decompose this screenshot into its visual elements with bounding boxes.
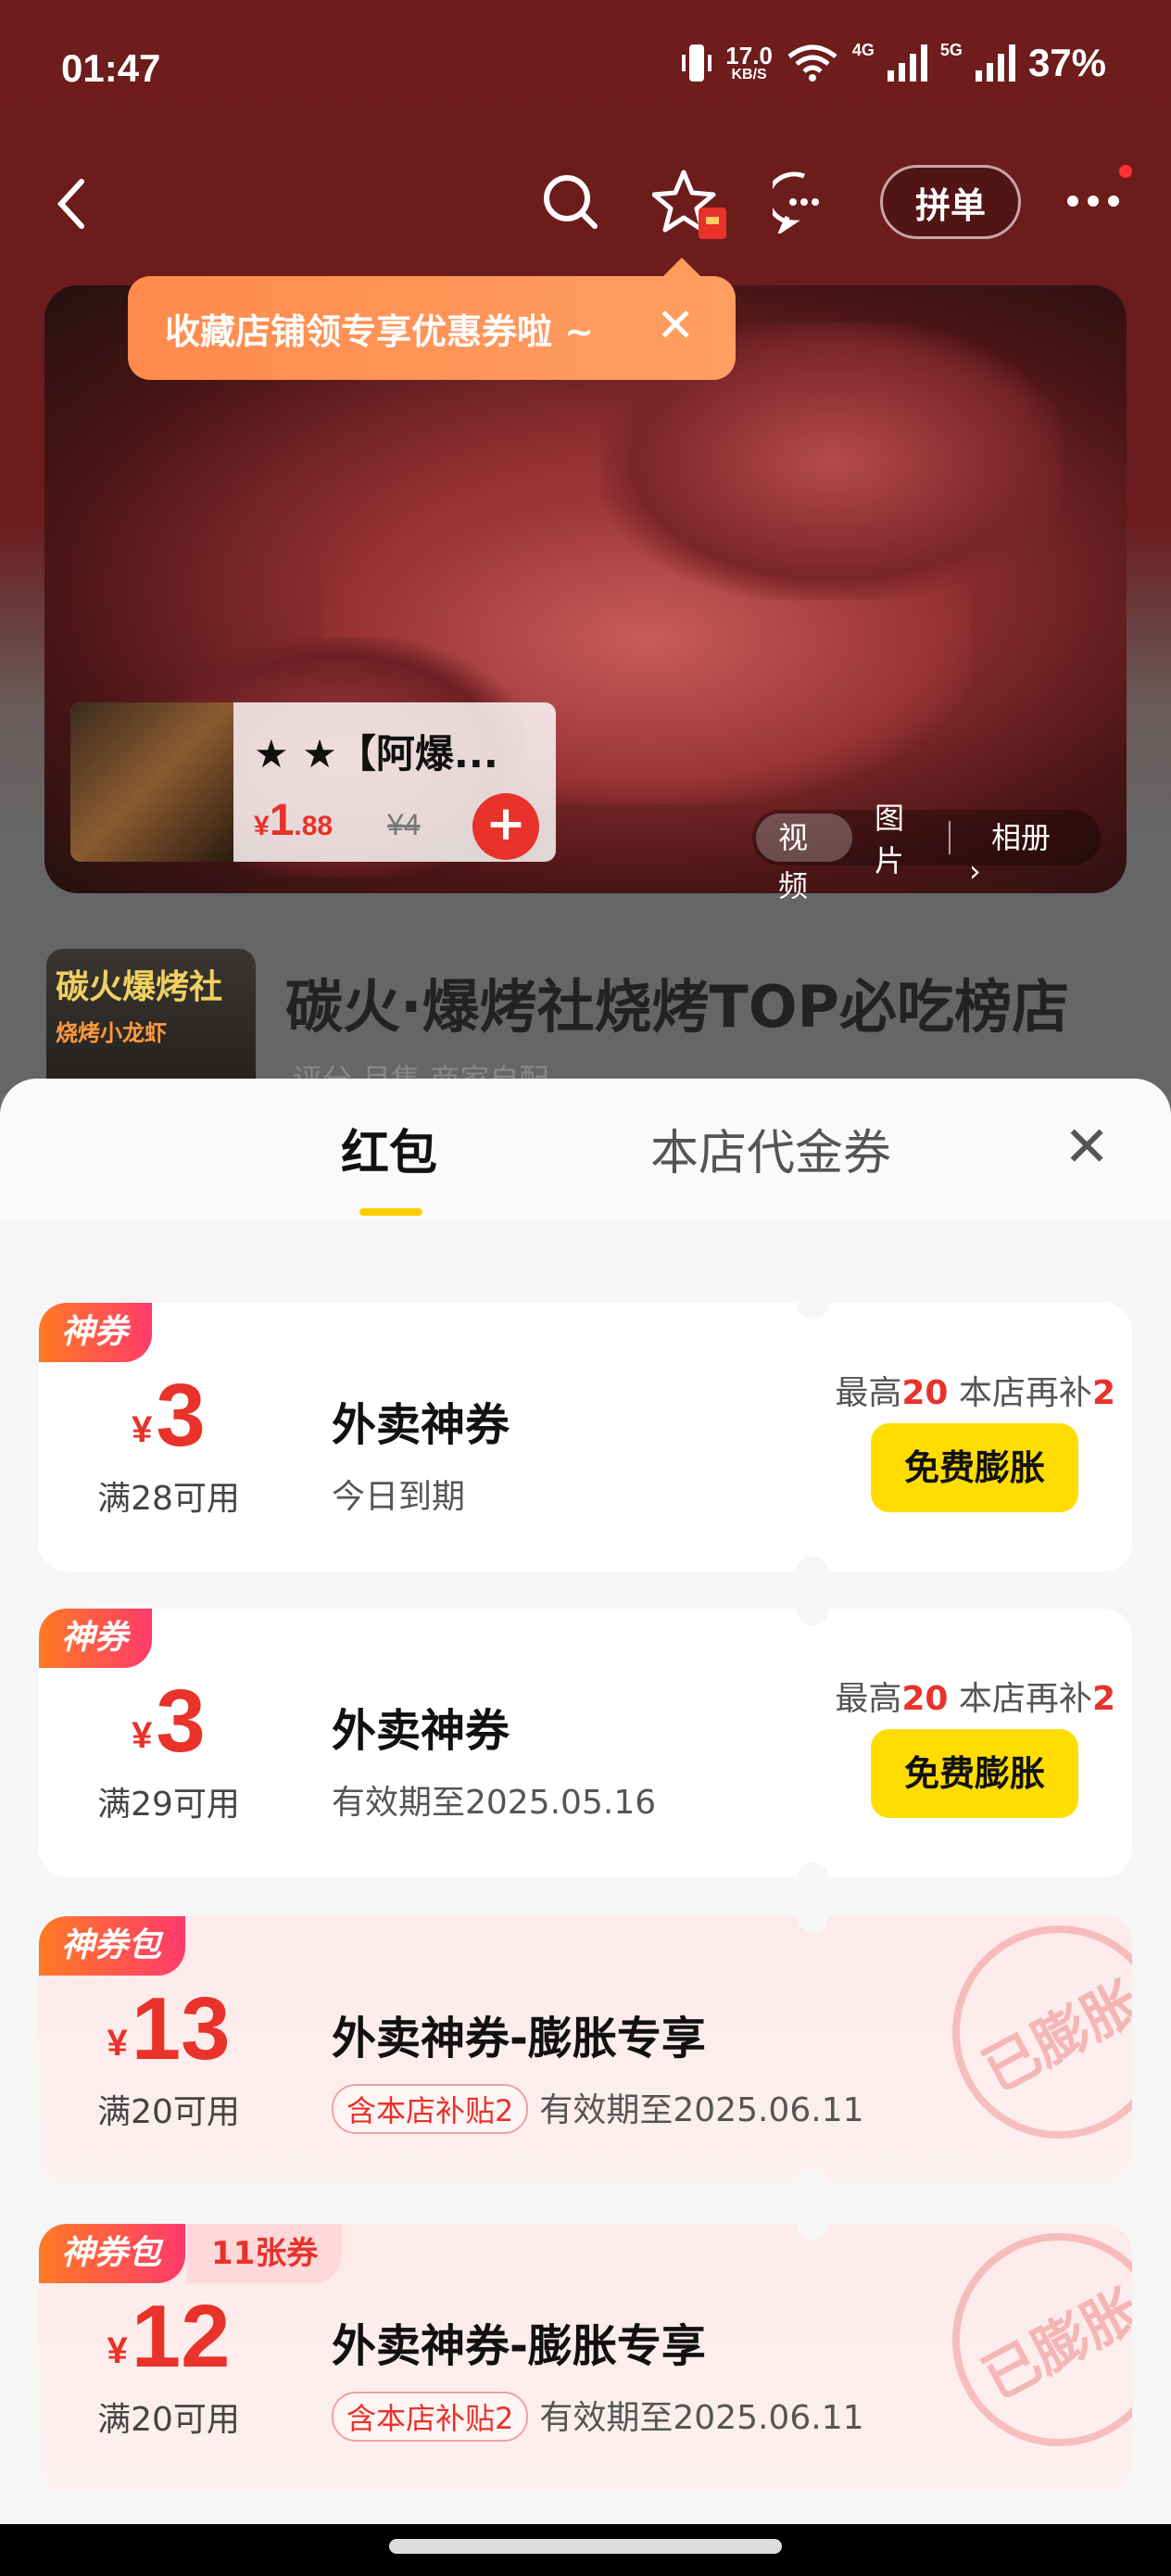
back-icon[interactable] — [54, 176, 91, 232]
coupon-badge: 神券包 — [39, 1916, 186, 1976]
status-time: 01:47 — [61, 46, 161, 90]
coupon-title: 外卖神券 — [332, 1399, 510, 1451]
notification-dot — [1119, 165, 1132, 178]
sheet-tabs: 红包 本店代金券 ✕ — [0, 1079, 1171, 1218]
home-gesture-bar[interactable] — [389, 2539, 782, 2554]
product-card[interactable]: ★ ★【阿爆... ¥1.88 ¥4 + — [70, 702, 556, 862]
coupon-condition: 满28可用 — [97, 1480, 240, 1518]
coupon-title: 外卖神券 — [332, 1705, 510, 1757]
favorite-tooltip[interactable]: 收藏店铺领专享优惠券啦 ~ ✕ — [128, 258, 736, 380]
coupon-amount: ¥3 — [132, 1672, 206, 1771]
coupon-condition: 满29可用 — [97, 1786, 240, 1824]
coupon-badge: 神券 — [39, 1609, 153, 1668]
media-tab-video[interactable]: 视频 — [756, 814, 852, 903]
product-thumbnail — [70, 702, 233, 862]
coupon-max-info: 最高20 本店再补2 — [835, 1374, 1115, 1412]
expanded-stamp: 已膨胀 — [914, 2224, 1132, 2484]
coupon-condition: 满20可用 — [97, 2093, 240, 2131]
store-name: 碳火·爆烤社烧烤TOP必吃榜店 — [285, 973, 1069, 1041]
more-icon[interactable] — [1065, 187, 1121, 215]
status-bar: 01:47 17.0 KB/S 4G 5G 37% — [0, 0, 1171, 139]
add-to-cart-button[interactable]: + — [472, 793, 539, 860]
sheet-close-icon[interactable]: ✕ — [1064, 1119, 1110, 1175]
tooltip-close-icon[interactable]: ✕ — [656, 298, 695, 352]
coupon-card[interactable]: 11张券 神券包 ¥12 满20可用 外卖神券-膨胀专享 含本店补贴2 有效期至2… — [39, 2224, 1132, 2493]
active-tab-indicator — [359, 1208, 422, 1216]
coupon-amount: ¥13 — [107, 1979, 231, 2078]
coupon-amount: ¥3 — [132, 1366, 206, 1465]
tab-red-packet[interactable]: 红包 — [341, 1114, 437, 1183]
battery-level: 37% — [1027, 41, 1106, 84]
coupon-card[interactable]: 神券包 ¥13 满20可用 外卖神券-膨胀专享 含本店补贴2 有效期至2025.0… — [39, 1916, 1132, 2185]
free-expand-button[interactable]: 免费膨胀 — [871, 1729, 1078, 1818]
free-expand-button[interactable]: 免费膨胀 — [871, 1423, 1078, 1512]
coupon-expiry: 含本店补贴2 有效期至2025.06.11 — [332, 2391, 864, 2442]
network-speed: 17.0 KB/S — [725, 42, 773, 82]
star-icon[interactable] — [652, 167, 732, 246]
subsidy-tag: 含本店补贴2 — [332, 2084, 529, 2134]
store-header: 碳火爆烤社烧烤小龙虾 碳火·爆烤社烧烤TOP必吃榜店 评分 月售 商家自配 — [0, 927, 1171, 1134]
coupon-expiry: 今日到期 — [332, 1478, 466, 1516]
coupon-expiry: 含本店补贴2 有效期至2025.06.11 — [332, 2083, 864, 2134]
card-notch — [797, 2209, 828, 2241]
card-notch — [797, 1288, 828, 1320]
signal-icon-2 — [975, 44, 1015, 82]
card-notch — [797, 1863, 828, 1894]
vibrate-icon — [682, 44, 712, 82]
coupon-condition: 满20可用 — [97, 2401, 240, 2439]
status-icons: 17.0 KB/S 4G 5G 37% — [681, 41, 1106, 85]
media-tabs: 视频 图片 相册 › — [752, 801, 1101, 903]
coupon-sheet: 红包 本店代金券 ✕ 神券 ¥3 满28可用 外卖神券 今日到期 最高20 本店… — [0, 1079, 1171, 2524]
subsidy-tag: 含本店补贴2 — [332, 2392, 529, 2442]
expanded-stamp: 已膨胀 — [914, 1916, 1132, 2177]
coupon-badge: 神券 — [39, 1303, 153, 1362]
coupon-card[interactable]: 神券 ¥3 满29可用 外卖神券 有效期至2025.05.16 最高20 本店再… — [39, 1609, 1132, 1877]
coupon-badge: 神券包 — [39, 2224, 186, 2283]
product-old-price: ¥4 — [387, 808, 421, 841]
card-notch — [797, 1557, 828, 1588]
coupon-max-info: 最高20 本店再补2 — [835, 1680, 1115, 1718]
media-tab-image[interactable]: 图片 — [852, 795, 949, 880]
card-notch — [797, 2170, 828, 2202]
coupon-title: 外卖神券-膨胀专享 — [332, 2013, 706, 2065]
tooltip-text: 收藏店铺领专享优惠券啦 ~ — [165, 310, 595, 352]
card-notch — [797, 1901, 828, 1933]
coupon-title: 外卖神券-膨胀专享 — [332, 2320, 706, 2372]
search-icon[interactable] — [541, 172, 600, 232]
coupon-count-badge: 11张券 — [187, 2224, 343, 2283]
tab-store-voucher[interactable]: 本店代金券 — [650, 1114, 891, 1183]
media-tab-album[interactable]: 相册 › — [948, 821, 1101, 888]
signal-icon-1 — [887, 44, 927, 82]
group-order-button[interactable]: 拼单 — [880, 165, 1021, 239]
card-notch — [797, 1594, 828, 1625]
coupon-card[interactable]: 神券 ¥3 满28可用 外卖神券 今日到期 最高20 本店再补2 免费膨胀 — [39, 1303, 1132, 1572]
network-type-2: 5G — [939, 41, 963, 59]
wifi-icon — [787, 44, 837, 82]
product-name: ★ ★【阿爆... — [254, 731, 498, 777]
coupon-amount: ¥12 — [107, 2287, 231, 2386]
coupon-expiry: 有效期至2025.05.16 — [332, 1784, 657, 1822]
network-type-1: 4G — [851, 41, 875, 59]
product-price: ¥1.88 — [254, 796, 334, 845]
chat-icon[interactable] — [773, 170, 836, 234]
